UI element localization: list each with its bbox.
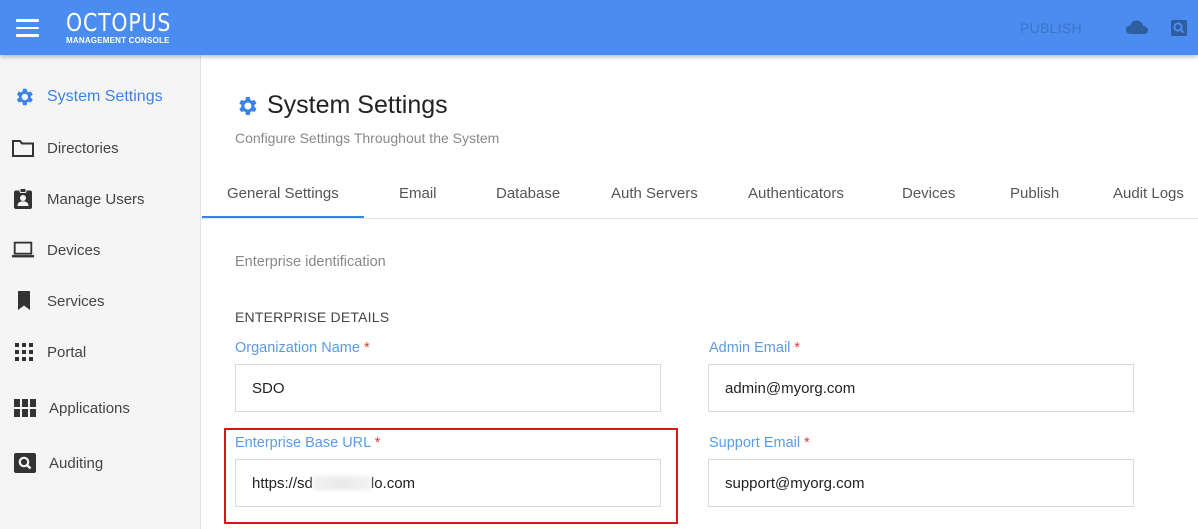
- grid-dots-icon: [12, 340, 36, 364]
- base-url-label: Enterprise Base URL *: [235, 435, 380, 451]
- base-url-label-text: Enterprise Base URL: [235, 435, 371, 451]
- search-icon[interactable]: [1171, 20, 1187, 36]
- logo-subtitle: MANAGEMENT CONSOLE: [66, 36, 170, 45]
- sidebar-item-services[interactable]: Services: [0, 281, 201, 321]
- required-marker: *: [804, 435, 810, 451]
- cloud-icon[interactable]: [1126, 20, 1148, 35]
- page-subtitle: Configure Settings Throughout the System: [235, 130, 500, 146]
- sidebar-item-auditing[interactable]: Auditing: [0, 443, 201, 483]
- sidebar-item-label: Applications: [49, 399, 130, 417]
- org-name-input[interactable]: SDO: [235, 364, 661, 412]
- tab-general-settings[interactable]: General Settings: [227, 185, 339, 202]
- logo-title: OCTOPUS: [66, 8, 172, 37]
- gear-icon: [239, 96, 257, 115]
- top-app-bar: OCTOPUS MANAGEMENT CONSOLE PUBLISH: [0, 0, 1198, 55]
- active-tab-indicator: [202, 216, 364, 218]
- required-marker: *: [794, 340, 801, 356]
- tab-authenticators[interactable]: Authenticators: [748, 185, 844, 202]
- sidebar-item-label: Auditing: [49, 454, 104, 472]
- tab-audit-logs[interactable]: Audit Logs: [1113, 185, 1184, 202]
- menu-icon[interactable]: [16, 19, 39, 37]
- sidebar-item-label: Directories: [47, 139, 119, 157]
- folder-icon: [11, 136, 35, 160]
- main-content: System Settings Configure Settings Throu…: [202, 55, 1198, 529]
- tab-devices[interactable]: Devices: [902, 185, 955, 202]
- admin-email-label-text: Admin Email: [709, 340, 791, 356]
- tab-publish[interactable]: Publish: [1010, 185, 1059, 202]
- grid-squares-icon: [13, 396, 37, 420]
- base-url-value-end: lo.com: [370, 474, 416, 492]
- sidebar-item-system-settings[interactable]: System Settings: [0, 77, 201, 117]
- tab-database[interactable]: Database: [496, 185, 560, 202]
- search-box-icon: [13, 451, 37, 475]
- sidebar-item-label: Services: [47, 292, 105, 310]
- publish-button[interactable]: PUBLISH: [1020, 20, 1082, 36]
- tab-auth-servers[interactable]: Auth Servers: [611, 185, 698, 202]
- app-logo: OCTOPUS MANAGEMENT CONSOLE: [66, 9, 194, 45]
- section-label: Enterprise identification: [235, 254, 386, 270]
- sidebar-item-devices[interactable]: Devices: [0, 230, 201, 270]
- section-title: ENTERPRISE DETAILS: [235, 309, 390, 325]
- sidebar-item-label: Devices: [47, 241, 101, 259]
- required-marker: *: [374, 435, 381, 451]
- sidebar-item-label: System Settings: [47, 88, 163, 105]
- admin-email-label: Admin Email *: [709, 340, 800, 356]
- tab-email[interactable]: Email: [399, 185, 437, 202]
- page-title-text: System Settings: [267, 91, 448, 119]
- bookmark-icon: [12, 289, 36, 313]
- admin-email-input[interactable]: admin@myorg.com: [708, 364, 1134, 412]
- page-title: System Settings: [235, 91, 448, 120]
- gear-icon: [12, 85, 36, 109]
- support-email-label-text: Support Email: [709, 435, 801, 451]
- org-name-label: Organization Name *: [235, 340, 370, 356]
- required-marker: *: [363, 340, 370, 356]
- sidebar-item-label: Manage Users: [47, 190, 145, 208]
- user-badge-icon: [11, 187, 35, 211]
- laptop-icon: [11, 238, 35, 262]
- sidebar-item-applications[interactable]: Applications: [0, 388, 201, 428]
- settings-tabs: General Settings Email Database Auth Ser…: [202, 173, 1198, 219]
- sidebar-item-manage-users[interactable]: Manage Users: [0, 179, 201, 219]
- org-name-label-text: Organization Name: [235, 340, 360, 356]
- sidebar: System Settings Directories Manage Users…: [0, 55, 201, 529]
- support-email-label: Support Email *: [709, 435, 810, 451]
- base-url-value-start: https://sd: [252, 474, 313, 492]
- sidebar-item-label: Portal: [47, 343, 87, 361]
- redacted-text: [312, 476, 371, 490]
- sidebar-item-directories[interactable]: Directories: [0, 128, 201, 168]
- base-url-input[interactable]: https://sd lo.com: [235, 459, 661, 507]
- sidebar-item-portal[interactable]: Portal: [0, 332, 201, 372]
- support-email-input[interactable]: support@myorg.com: [708, 459, 1134, 507]
